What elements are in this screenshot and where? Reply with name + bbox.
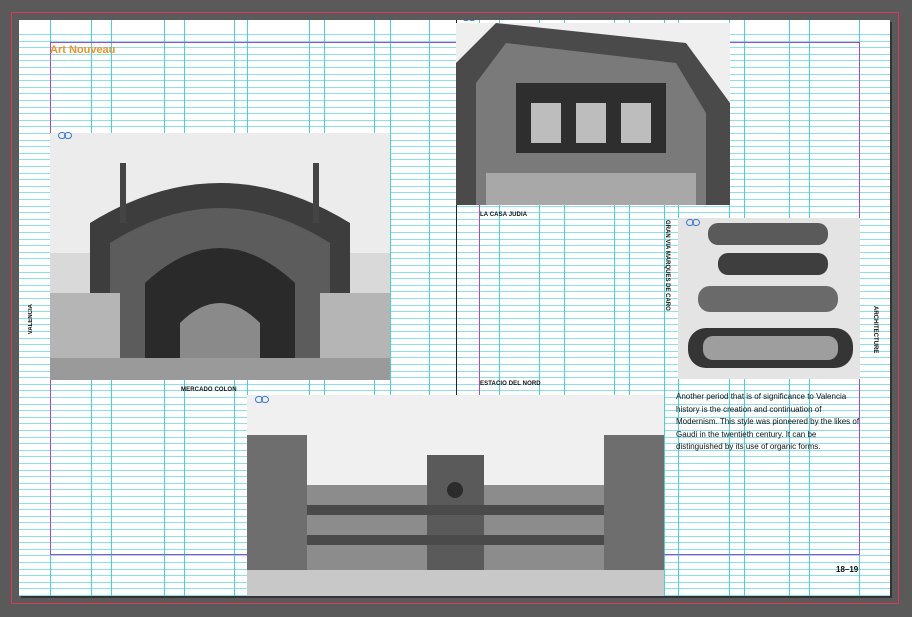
link-icon[interactable] bbox=[255, 390, 269, 403]
image-gran-via[interactable] bbox=[678, 218, 860, 379]
baseline-guide bbox=[19, 100, 890, 101]
baseline-guide bbox=[19, 106, 890, 108]
baseline-guide bbox=[19, 93, 890, 95]
side-label-left[interactable]: VALENCIA bbox=[28, 304, 34, 334]
margin-guide-top-left bbox=[50, 42, 457, 43]
baseline-guide bbox=[19, 119, 890, 121]
baseline-guide bbox=[19, 53, 890, 55]
mercado-colon-photo bbox=[50, 133, 390, 380]
baseline-guide bbox=[19, 34, 890, 35]
link-icon[interactable] bbox=[58, 126, 72, 139]
baseline-guide bbox=[19, 126, 890, 128]
baseline-guide bbox=[19, 60, 890, 62]
page-spread[interactable]: Art Nouveau VALENCIA ARCHITECTURE MERCAD… bbox=[19, 20, 890, 596]
link-icon[interactable] bbox=[686, 213, 700, 226]
caption-mercado-colon[interactable]: MERCADO COLON bbox=[181, 387, 237, 393]
baseline-guide bbox=[19, 80, 890, 82]
caption-gran-via[interactable]: GRAN VIA MARQUES DE CARO bbox=[664, 220, 670, 311]
page-title[interactable]: Art Nouveau bbox=[50, 44, 115, 56]
baseline-guide bbox=[19, 47, 890, 49]
baseline-guide bbox=[19, 383, 890, 385]
image-mercado-colon[interactable] bbox=[50, 133, 390, 380]
gran-via-photo bbox=[678, 218, 860, 379]
image-la-casa-judia[interactable] bbox=[456, 23, 730, 205]
caption-la-casa-judia[interactable]: LA CASA JUDIA bbox=[480, 212, 527, 218]
side-label-right[interactable]: ARCHITECTURE bbox=[872, 306, 878, 353]
image-estacio-del-nord[interactable] bbox=[247, 395, 664, 596]
body-text-frame[interactable]: Another period that is of significance t… bbox=[676, 391, 864, 454]
page-number[interactable]: 18–19 bbox=[836, 565, 858, 574]
baseline-guide bbox=[19, 67, 890, 68]
baseline-guide bbox=[19, 113, 890, 115]
caption-estacio-del-nord[interactable]: ESTACIO DEL NORD bbox=[480, 381, 541, 387]
baseline-guide bbox=[19, 86, 890, 88]
la-casa-judia-photo bbox=[456, 23, 730, 205]
estacio-del-nord-photo bbox=[247, 395, 664, 596]
baseline-guide bbox=[19, 73, 890, 75]
